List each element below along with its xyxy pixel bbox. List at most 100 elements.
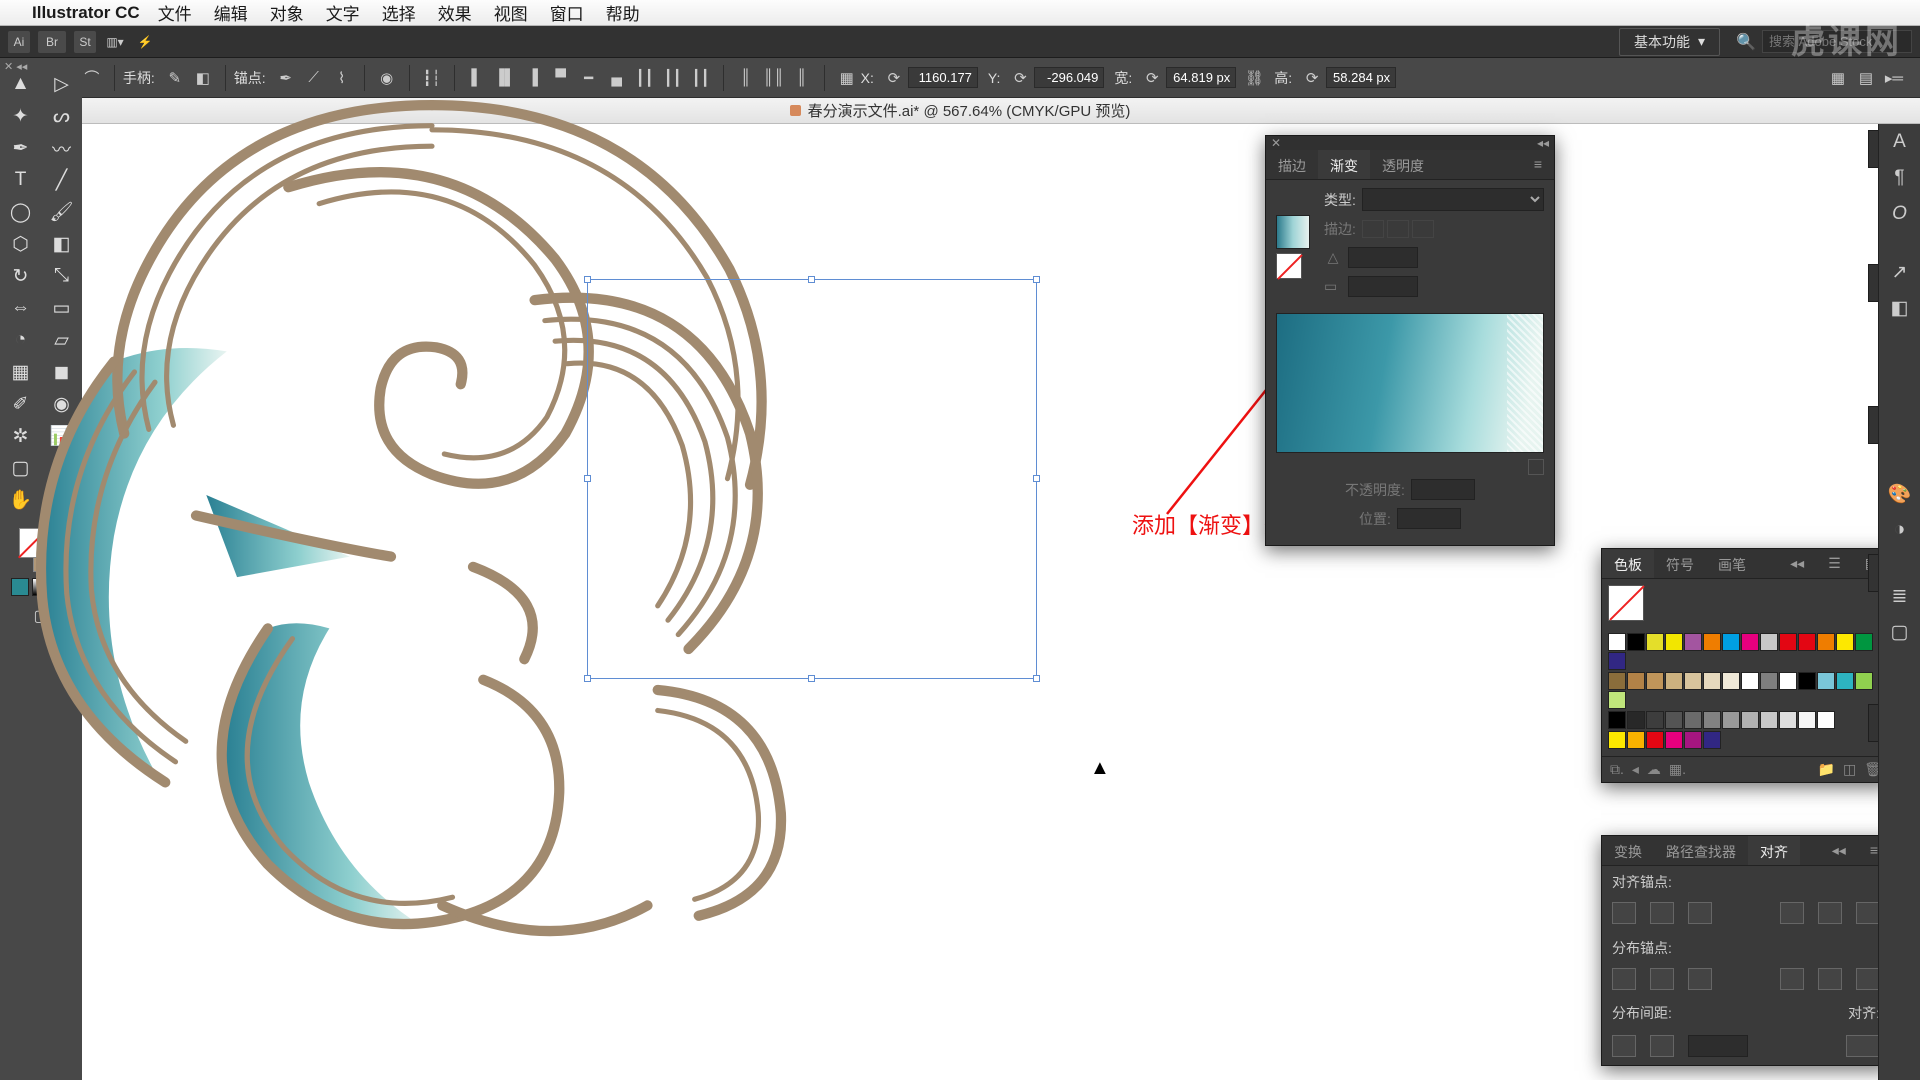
swatch[interactable] [1817,711,1835,729]
swatch[interactable] [1608,652,1626,670]
align-vcenter-btn[interactable] [1818,902,1842,924]
swatch[interactable] [1855,633,1873,651]
selection-box[interactable] [587,279,1037,679]
panel-close-icon[interactable]: ✕ [1271,136,1281,150]
snap-pixel-icon[interactable]: ▦ [1826,66,1850,90]
swatch[interactable] [1665,731,1683,749]
swatch[interactable] [1646,731,1664,749]
swatch[interactable] [1741,633,1759,651]
swatch[interactable] [1855,672,1873,690]
swatch[interactable] [1646,633,1664,651]
handle-br[interactable] [1033,675,1040,682]
dock-pull-2[interactable] [1868,264,1878,302]
dist-top-btn[interactable] [1612,968,1636,990]
swatch[interactable] [1722,711,1740,729]
swatch[interactable] [1741,711,1759,729]
swatch[interactable] [1608,672,1626,690]
color-guide-icon[interactable]: ◑ [1879,512,1920,548]
swatch-none-indicator[interactable] [1608,585,1644,621]
swatch[interactable] [1722,672,1740,690]
w-value[interactable]: 64.819 px [1166,67,1236,88]
dist-vspace-btn[interactable] [1612,1035,1636,1057]
char-panel-icon[interactable]: A [1879,124,1920,160]
y-link-icon[interactable]: ⟳ [1008,66,1032,90]
handle-mr[interactable] [1033,475,1040,482]
tab-align[interactable]: 对齐 [1748,836,1800,865]
layers-panel-icon[interactable]: ≣ [1879,578,1920,614]
swatch[interactable] [1627,633,1645,651]
align-to-selection[interactable] [1846,1035,1880,1057]
swatch[interactable] [1646,711,1664,729]
spacing-input[interactable] [1688,1035,1748,1057]
delete-stop-icon[interactable] [1528,459,1544,475]
swatch-options-icon[interactable]: ☁ [1647,761,1661,778]
swatch[interactable] [1741,672,1759,690]
swatch[interactable] [1608,691,1626,709]
tab-gradient[interactable]: 渐变 [1318,150,1370,179]
swatch[interactable] [1703,672,1721,690]
swatch[interactable] [1646,672,1664,690]
swatch[interactable] [1608,711,1626,729]
swatch[interactable] [1684,633,1702,651]
workspace-switcher[interactable]: 基本功能▾ [1619,28,1720,56]
handle-bl[interactable] [584,675,591,682]
swatch-lib-icon[interactable]: ⧉. [1610,761,1624,778]
gradient-preview-swatch[interactable] [1276,215,1310,249]
swatch[interactable] [1703,711,1721,729]
swatch[interactable] [1608,633,1626,651]
stock-search[interactable]: 🔍 [1730,30,1912,53]
swatch[interactable] [1627,672,1645,690]
panel-collapse-icon[interactable]: ◂◂ [1537,136,1549,150]
swatch[interactable] [1703,731,1721,749]
swatch-show-icon[interactable]: ◂ [1632,761,1639,778]
constrain-icon[interactable]: ⛓ [1242,66,1266,90]
stock-search-input[interactable] [1762,30,1912,53]
dock-pull-4[interactable] [1868,554,1878,592]
swatches-collapse-icon[interactable]: ◂◂ [1778,549,1816,578]
opentype-panel-icon[interactable]: O [1879,196,1920,232]
align-left-btn[interactable] [1612,902,1636,924]
align-bottom-btn[interactable] [1856,902,1880,924]
align-top-btn[interactable] [1780,902,1804,924]
swatch-group-icon[interactable]: ▦. [1669,761,1686,778]
swatch[interactable] [1703,633,1721,651]
swatch[interactable] [1665,711,1683,729]
dock-pull-3[interactable] [1868,406,1878,444]
swatch[interactable] [1665,633,1683,651]
swatch-newgroup-icon[interactable]: 📁 [1818,761,1835,778]
swatches-list-icon[interactable]: ☰ [1816,549,1853,578]
swatch[interactable] [1817,633,1835,651]
asset-panel-icon[interactable]: ◧ [1879,290,1920,326]
gradient-bar[interactable] [1276,313,1544,453]
align-hcenter-btn[interactable] [1650,902,1674,924]
dist-bottom-btn[interactable] [1688,968,1712,990]
swatch-new-icon[interactable]: ◫ [1843,761,1856,778]
swatch[interactable] [1836,672,1854,690]
swatch[interactable] [1627,731,1645,749]
dist-hspace-btn[interactable] [1650,1035,1674,1057]
swatch[interactable] [1779,672,1797,690]
dist-right-btn[interactable] [1856,968,1880,990]
stroke-along-icon[interactable] [1387,220,1409,238]
handle-tr[interactable] [1033,276,1040,283]
swatch[interactable] [1627,711,1645,729]
swatch[interactable] [1798,711,1816,729]
swatch[interactable] [1684,711,1702,729]
handle-ml[interactable] [584,475,591,482]
export-panel-icon[interactable]: ↗ [1879,254,1920,290]
artboards-panel-icon[interactable]: ▢ [1879,614,1920,650]
handle-tl[interactable] [584,276,591,283]
handle-tm[interactable] [808,276,815,283]
align-right-btn[interactable] [1688,902,1712,924]
w-link-icon[interactable]: ⟳ [1140,66,1164,90]
swatch[interactable] [1836,633,1854,651]
more-options-icon[interactable]: ▸═ [1882,66,1906,90]
y-value[interactable]: -296.049 [1034,67,1104,88]
swatch[interactable] [1817,672,1835,690]
h-link-icon[interactable]: ⟳ [1300,66,1324,90]
dist-vcenter-btn[interactable] [1650,968,1674,990]
stroke-in-icon[interactable] [1362,220,1384,238]
para-panel-icon[interactable]: ¶ [1879,160,1920,196]
tab-stroke[interactable]: 描边 [1266,150,1318,179]
swatch[interactable] [1779,711,1797,729]
